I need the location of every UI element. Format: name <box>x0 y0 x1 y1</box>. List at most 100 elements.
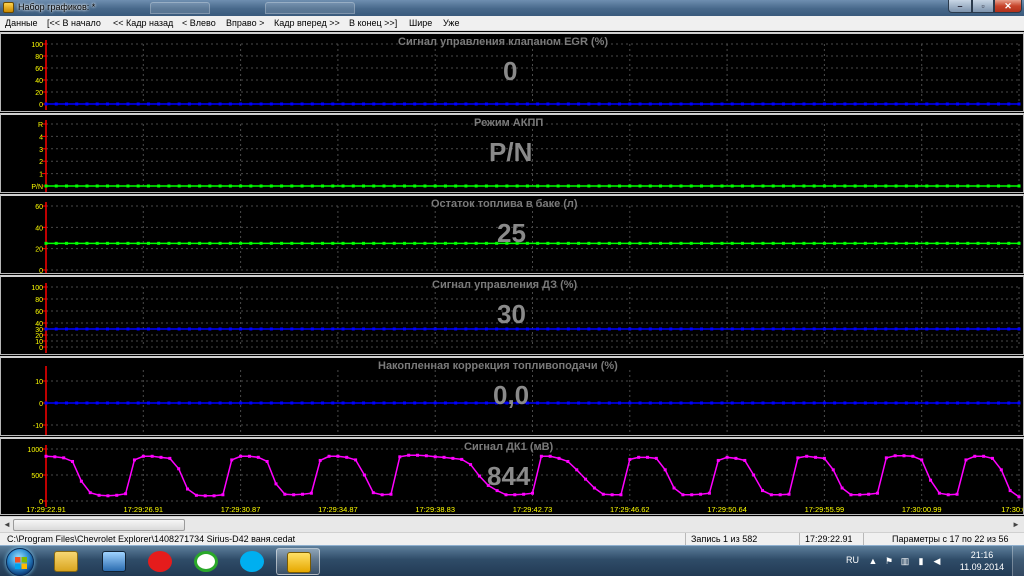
data-point <box>720 327 724 331</box>
data-point <box>720 102 724 106</box>
show-desktop-button[interactable] <box>1012 546 1024 576</box>
data-point <box>751 102 755 106</box>
data-point <box>840 486 844 490</box>
data-point <box>124 492 128 496</box>
data-point <box>187 241 191 245</box>
data-point <box>321 241 325 245</box>
menu-left[interactable]: < Влево <box>182 18 216 28</box>
start-button[interactable] <box>6 548 34 576</box>
data-point <box>964 458 968 462</box>
data-point <box>884 102 888 106</box>
taskbar-yandex-browser[interactable] <box>138 548 182 575</box>
scroll-left-arrow-icon[interactable]: ◄ <box>1 519 13 531</box>
data-point <box>372 241 376 245</box>
menu-frame-forward[interactable]: Кадр вперед >> <box>274 18 340 28</box>
data-point <box>812 401 816 405</box>
menu-right[interactable]: Вправо > <box>226 18 264 28</box>
data-point <box>454 327 458 331</box>
taskbar-media-player[interactable] <box>92 548 136 575</box>
data-point <box>168 456 172 460</box>
taskbar-explorer[interactable] <box>44 548 88 575</box>
menu-wider[interactable]: Шире <box>409 18 432 28</box>
data-point <box>546 327 550 331</box>
data-point <box>638 401 642 405</box>
data-point <box>239 184 243 188</box>
data-point <box>442 455 446 459</box>
close-button[interactable]: ✕ <box>994 0 1022 13</box>
data-point <box>802 327 806 331</box>
data-point <box>218 184 222 188</box>
data-point <box>607 184 611 188</box>
data-point <box>720 401 724 405</box>
data-point <box>126 184 130 188</box>
menu-to-start[interactable]: [<< В начало <box>47 18 101 28</box>
data-point <box>812 184 816 188</box>
data-point <box>362 473 366 477</box>
data-point <box>681 493 685 497</box>
data-point <box>874 102 878 106</box>
data-point <box>781 401 785 405</box>
data-point <box>566 241 570 245</box>
data-point <box>999 468 1003 472</box>
data-point <box>637 455 641 459</box>
data-point <box>925 184 929 188</box>
data-point <box>424 454 428 458</box>
data-point <box>894 184 898 188</box>
language-indicator[interactable]: RU <box>846 555 859 565</box>
signal-icon[interactable]: ▮ <box>916 556 926 566</box>
data-point <box>566 401 570 405</box>
data-point <box>986 102 990 106</box>
data-point <box>679 102 683 106</box>
y-tick-label: 0 <box>39 345 43 352</box>
menu-data[interactable]: Данные <box>5 18 38 28</box>
data-point <box>402 102 406 106</box>
data-point <box>966 184 970 188</box>
data-point <box>132 458 136 462</box>
data-point <box>398 455 402 459</box>
data-point <box>884 327 888 331</box>
data-point <box>648 401 652 405</box>
volume-icon[interactable]: ◀ <box>932 556 942 566</box>
data-point <box>146 241 150 245</box>
data-point <box>116 401 120 405</box>
network-icon[interactable]: ▥ <box>900 556 910 566</box>
data-point <box>187 401 191 405</box>
data-point <box>1007 184 1011 188</box>
data-point <box>62 456 66 460</box>
minimize-button[interactable]: – <box>948 0 972 13</box>
data-point <box>64 184 68 188</box>
y-tick-label: 0 <box>39 401 43 408</box>
taskbar-chevrolet-explorer[interactable] <box>276 548 320 575</box>
data-point <box>392 102 396 106</box>
data-point <box>239 102 243 106</box>
status-bar: C:\Program Files\Chevrolet Explorer\1408… <box>0 532 1024 546</box>
horizontal-scrollbar[interactable]: ◄ ► <box>0 516 1024 532</box>
clock[interactable]: 21:16 11.09.2014 <box>955 549 1009 573</box>
chart-title: Режим АКПП <box>474 117 544 129</box>
title-bar[interactable]: Набор графиков: * – ▫ ✕ <box>0 0 1024 16</box>
scroll-right-arrow-icon[interactable]: ► <box>1010 519 1022 531</box>
data-point <box>792 184 796 188</box>
data-point <box>477 474 481 478</box>
menu-narrower[interactable]: Уже <box>443 18 459 28</box>
data-point <box>761 184 765 188</box>
show-hidden-icons-icon[interactable]: ▲ <box>868 556 878 566</box>
data-point <box>771 184 775 188</box>
action-center-icon[interactable]: ⚑ <box>884 556 894 566</box>
data-point <box>392 327 396 331</box>
menu-frame-back[interactable]: << Кадр назад <box>113 18 173 28</box>
data-point <box>433 455 437 459</box>
taskbar-mail-agent[interactable] <box>184 548 228 575</box>
menu-to-end[interactable]: В конец >>] <box>349 18 397 28</box>
data-point <box>945 241 949 245</box>
taskbar-skype[interactable] <box>230 548 274 575</box>
data-point <box>990 456 994 460</box>
data-point <box>710 327 714 331</box>
data-point <box>740 327 744 331</box>
data-point <box>341 401 345 405</box>
data-point <box>269 184 273 188</box>
data-point <box>106 494 110 498</box>
data-point <box>116 184 120 188</box>
scroll-thumb[interactable] <box>13 519 185 531</box>
maximize-button[interactable]: ▫ <box>972 0 994 13</box>
